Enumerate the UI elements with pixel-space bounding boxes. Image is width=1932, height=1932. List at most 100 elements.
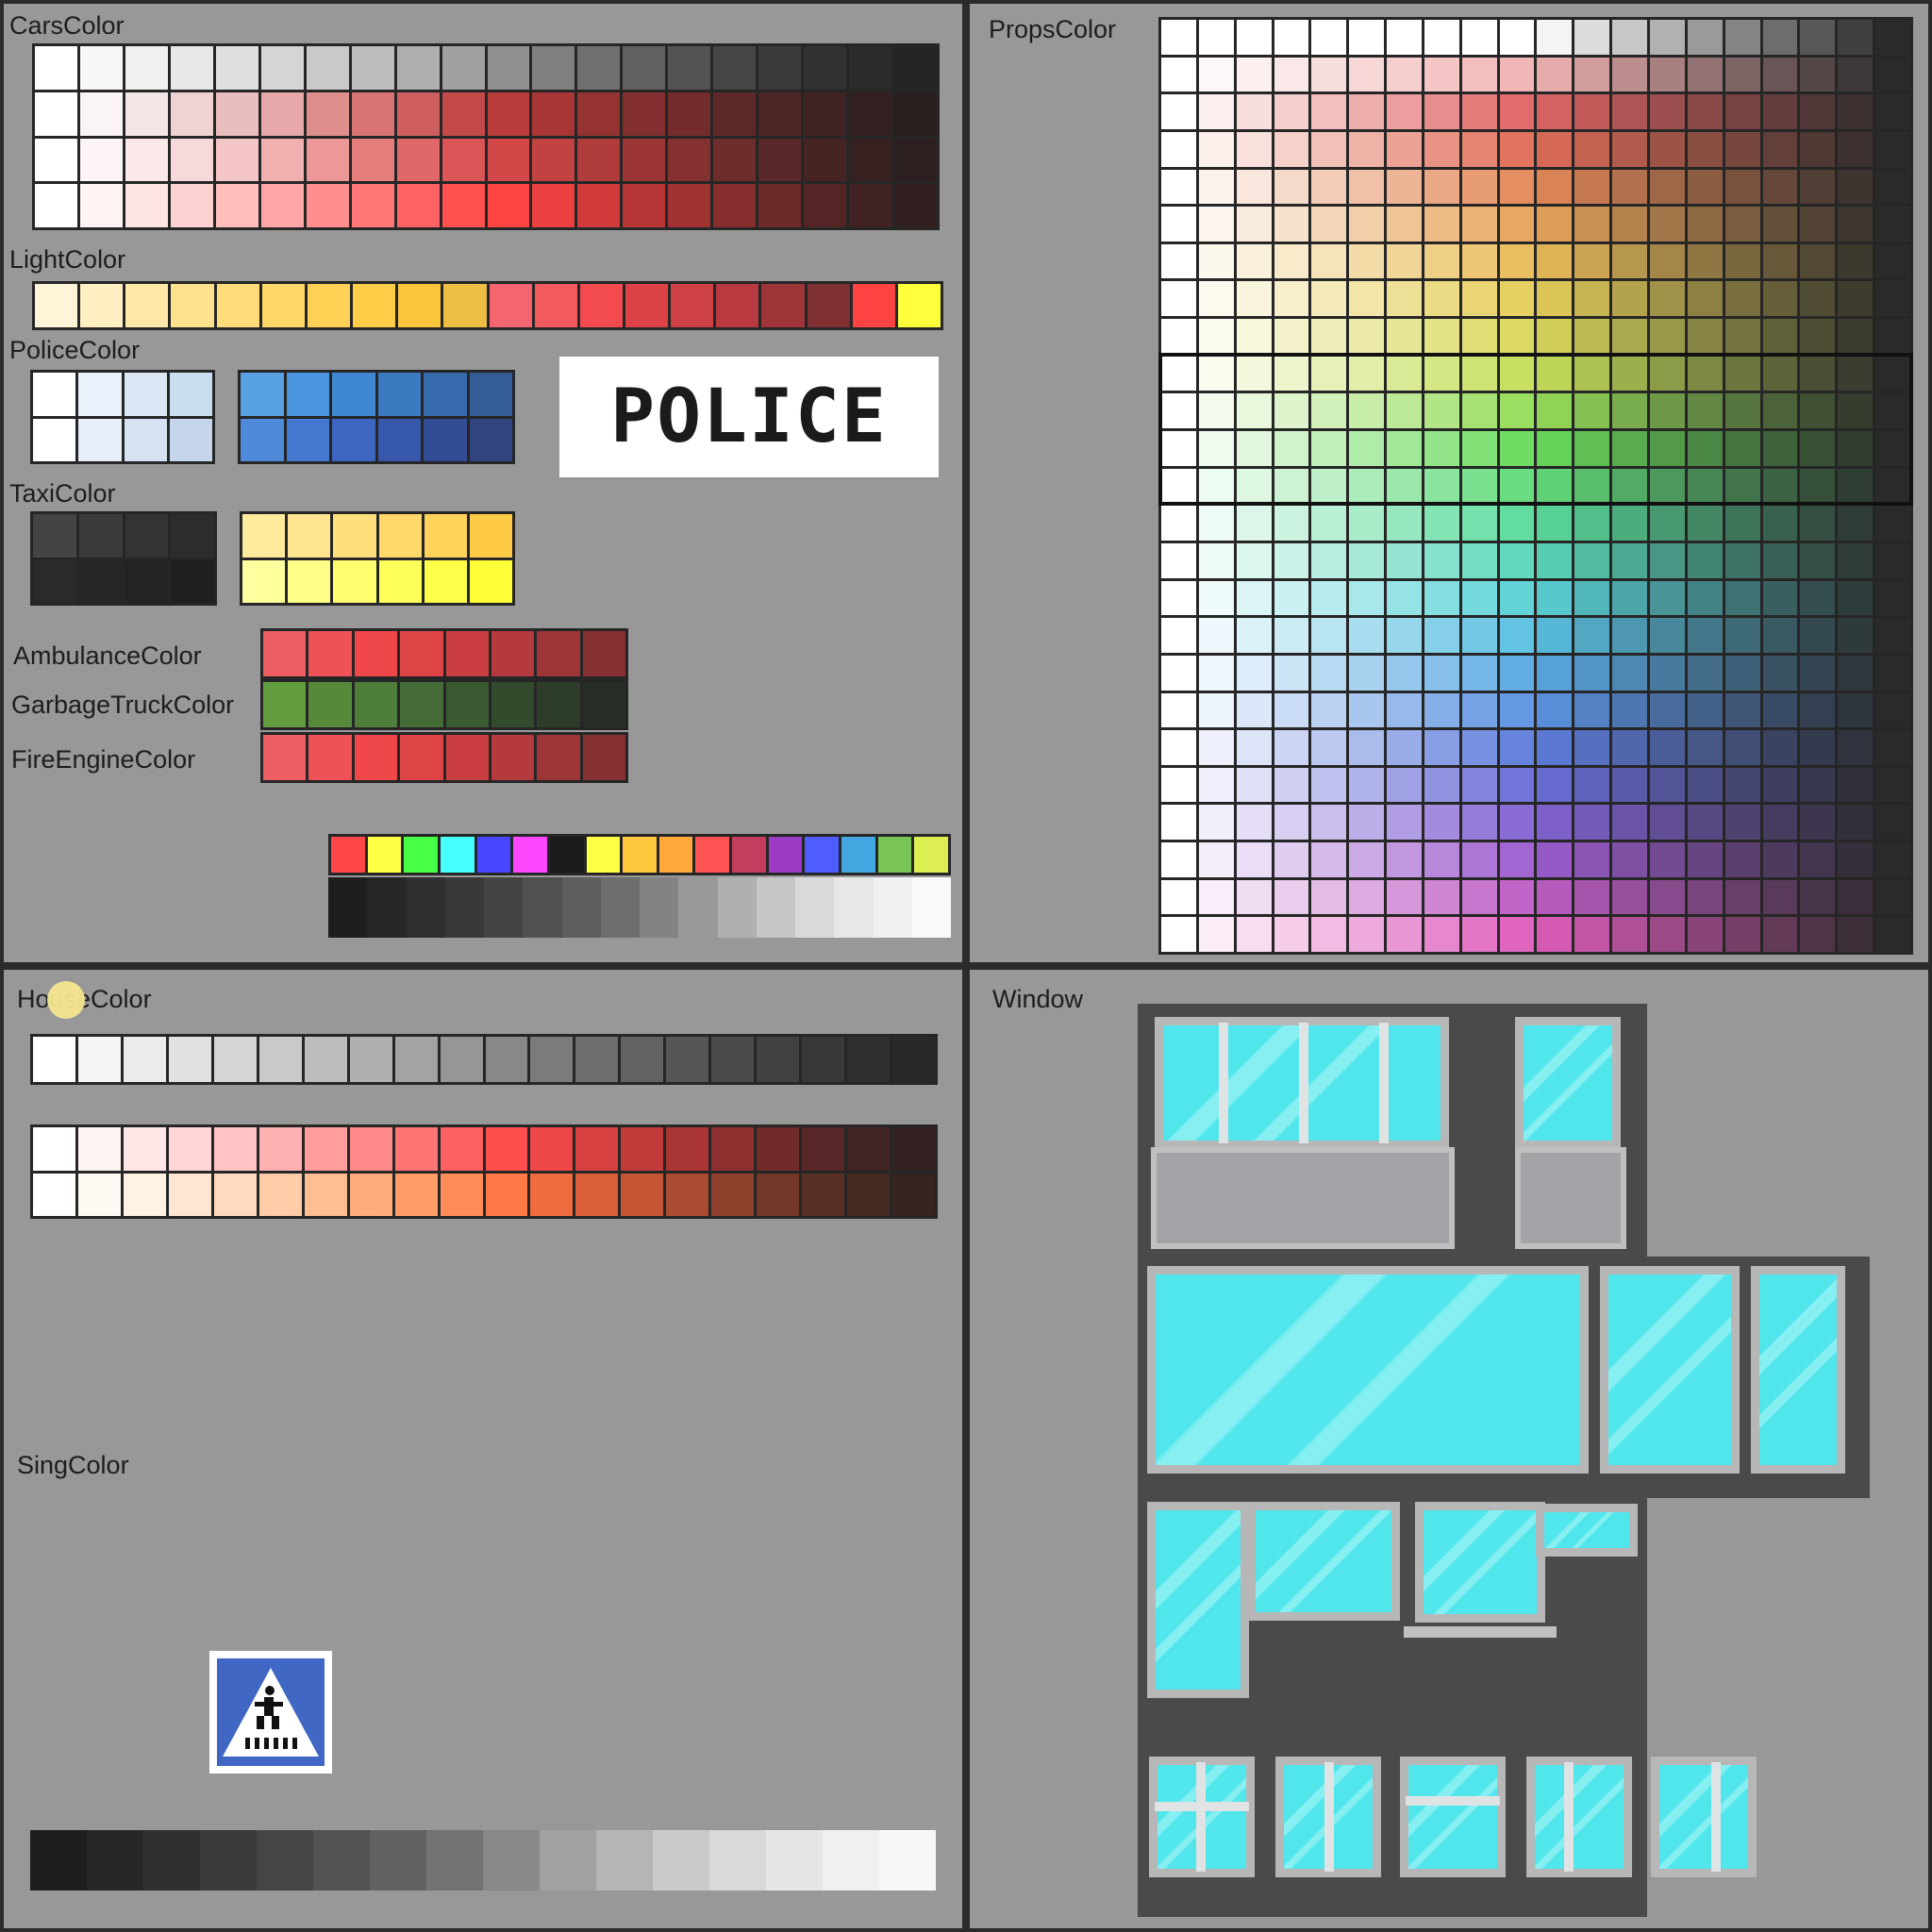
color-swatch — [1574, 207, 1610, 242]
color-swatch — [1762, 131, 1798, 167]
color-swatch — [1650, 580, 1685, 616]
color-swatch — [1461, 169, 1497, 205]
color-swatch — [1161, 57, 1196, 92]
color-swatch — [1650, 542, 1685, 578]
color-swatch — [1687, 94, 1723, 129]
color-swatch — [484, 877, 524, 938]
color-swatch — [351, 138, 394, 182]
color-swatch — [1724, 356, 1760, 391]
color-swatch — [1387, 542, 1422, 578]
color-swatch — [1499, 131, 1535, 167]
color-swatch — [1274, 431, 1309, 466]
color-swatch — [1762, 393, 1798, 429]
color-swatch — [1724, 281, 1760, 317]
color-swatch — [1349, 319, 1385, 354]
color-swatch — [711, 1037, 755, 1082]
color-swatch — [215, 92, 258, 136]
color-swatch — [1762, 356, 1798, 391]
color-swatch — [1800, 243, 1836, 279]
color-swatch — [469, 514, 512, 558]
color-swatch — [623, 138, 666, 182]
color-swatch — [1537, 655, 1573, 691]
color-swatch — [1574, 131, 1610, 167]
color-swatch — [200, 1830, 257, 1890]
color-swatch — [1838, 281, 1874, 317]
color-swatch — [1461, 692, 1497, 728]
color-swatch — [1236, 618, 1272, 653]
color-swatch — [534, 284, 577, 327]
props-color-panel: PropsColor — [970, 4, 1928, 962]
color-swatch — [168, 1173, 211, 1216]
ambulance-color-label: AmbulanceColor — [13, 641, 202, 670]
window-mullion — [1299, 1023, 1308, 1143]
color-swatch — [1800, 917, 1836, 952]
color-swatch — [1387, 431, 1422, 466]
color-swatch — [1424, 655, 1459, 691]
police-blue-grid — [238, 370, 515, 464]
color-swatch — [1274, 842, 1309, 877]
color-swatch — [1724, 692, 1760, 728]
color-swatch — [1875, 618, 1910, 653]
color-swatch — [1838, 207, 1874, 242]
color-swatch — [1424, 243, 1459, 279]
color-swatch — [87, 1830, 143, 1890]
color-swatch — [1349, 842, 1385, 877]
color-swatch — [1499, 767, 1535, 803]
color-swatch — [1838, 356, 1874, 391]
color-swatch — [1349, 767, 1385, 803]
color-swatch — [1875, 207, 1910, 242]
color-swatch — [1499, 730, 1535, 765]
color-swatch — [1650, 243, 1685, 279]
color-swatch — [469, 373, 512, 416]
fire-engine-color-label: FireEngineColor — [11, 745, 196, 774]
color-swatch — [1349, 468, 1385, 504]
color-swatch — [349, 1173, 392, 1216]
color-swatch — [1387, 281, 1422, 317]
split-window — [1651, 1757, 1757, 1877]
color-swatch — [1161, 94, 1196, 129]
color-swatch — [1161, 692, 1196, 728]
color-swatch — [1838, 57, 1874, 92]
color-swatch — [1875, 767, 1910, 803]
color-swatch — [171, 284, 214, 327]
color-swatch — [1762, 319, 1798, 354]
color-swatch — [804, 138, 847, 182]
color-swatch — [1800, 506, 1836, 541]
vehicle-palettes-panel: CarsColor LightColor PoliceColor POLICE … — [4, 4, 962, 962]
color-swatch — [1762, 169, 1798, 205]
color-swatch — [78, 418, 122, 461]
color-swatch — [1838, 879, 1874, 915]
color-swatch — [1574, 805, 1610, 841]
color-swatch — [640, 877, 679, 938]
color-swatch — [1499, 281, 1535, 317]
color-swatch — [441, 184, 485, 227]
color-swatch — [1499, 319, 1535, 354]
color-swatch — [260, 46, 304, 90]
house-warm-grid — [30, 1124, 938, 1219]
color-swatch — [1612, 730, 1648, 765]
color-swatch — [1387, 730, 1422, 765]
color-swatch — [1499, 207, 1535, 242]
color-swatch — [732, 837, 766, 873]
color-swatch — [1724, 506, 1760, 541]
color-swatch — [1875, 393, 1910, 429]
color-swatch — [1424, 542, 1459, 578]
color-swatch — [1236, 842, 1272, 877]
color-swatch — [1461, 730, 1497, 765]
color-swatch — [125, 138, 168, 182]
color-swatch — [1650, 618, 1685, 653]
color-swatch — [1612, 131, 1648, 167]
color-swatch — [1311, 542, 1347, 578]
color-swatch — [709, 1830, 766, 1890]
color-swatch — [485, 1127, 528, 1171]
color-swatch — [1161, 767, 1196, 803]
color-swatch — [332, 418, 375, 461]
color-swatch — [1161, 879, 1196, 915]
color-swatch — [1274, 356, 1309, 391]
color-swatch — [1161, 169, 1196, 205]
color-swatch — [1875, 506, 1910, 541]
color-swatch — [897, 284, 941, 327]
color-swatch — [308, 682, 352, 727]
transom-window — [1400, 1757, 1506, 1877]
color-swatch — [1499, 692, 1535, 728]
